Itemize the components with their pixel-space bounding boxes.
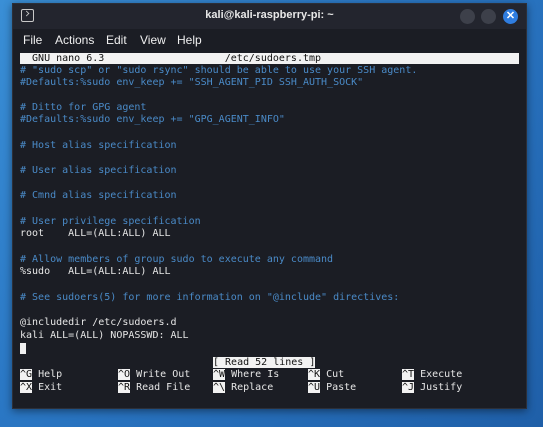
file-line: # "sudo scp" or "sudo rsync" should be a… bbox=[20, 65, 418, 76]
menu-file[interactable]: File bbox=[23, 33, 42, 47]
file-line: #Defaults:%sudo env_keep += "GPG_AGENT_I… bbox=[20, 114, 285, 125]
shortcut-label: Help bbox=[38, 369, 63, 380]
shortcut-key: ^T bbox=[402, 369, 415, 380]
status-message: [ Read 52 lines ] bbox=[213, 357, 316, 368]
file-line: kali ALL=(ALL) NOPASSWD: ALL bbox=[20, 330, 189, 341]
shortcut-label: Write Out bbox=[136, 369, 191, 380]
menu-view[interactable]: View bbox=[140, 33, 166, 47]
menu-help[interactable]: Help bbox=[177, 33, 202, 47]
shortcut-key: ^O bbox=[118, 369, 131, 380]
shortcut-key: ^\ bbox=[213, 382, 226, 393]
nano-header: GNU nano 6.3 /etc/sudoers.tmp bbox=[20, 53, 519, 64]
file-line: # Ditto for GPG agent bbox=[20, 102, 147, 113]
file-line: # Allow members of group sudo to execute… bbox=[20, 254, 334, 265]
shortcut-paste[interactable]: ^U Paste bbox=[308, 382, 356, 394]
minimize-button[interactable] bbox=[460, 9, 475, 24]
shortcut-label: Where Is bbox=[231, 369, 280, 380]
shortcut-key: ^K bbox=[308, 369, 321, 380]
shortcut-key: ^U bbox=[308, 382, 321, 393]
shortcut-key: ^R bbox=[118, 382, 131, 393]
shortcut-label: Cut bbox=[326, 369, 345, 380]
file-line: # See sudoers(5) for more information on… bbox=[20, 292, 400, 303]
shortcut-key: ^J bbox=[402, 382, 415, 393]
shortcut-label: Justify bbox=[420, 382, 463, 393]
terminal-window: kali@kali-raspberry-pi: ~ ✕ File Actions… bbox=[12, 3, 527, 409]
menu-actions[interactable]: Actions bbox=[55, 33, 94, 47]
shortcut-key: ^G bbox=[20, 369, 33, 380]
shortcut-execute[interactable]: ^T Execute bbox=[402, 369, 462, 381]
shortcut-key: ^X bbox=[20, 382, 33, 393]
shortcut-write-out[interactable]: ^O Write Out bbox=[118, 369, 190, 381]
shortcut-read-file[interactable]: ^R Read File bbox=[118, 382, 190, 394]
terminal-area[interactable]: GNU nano 6.3 /etc/sudoers.tmp # "sudo sc… bbox=[16, 51, 523, 405]
menu-bar: File Actions Edit View Help bbox=[13, 29, 526, 51]
shortcut-where-is[interactable]: ^W Where Is bbox=[213, 369, 279, 381]
shortcut-label: Replace bbox=[231, 382, 274, 393]
shortcut-key: ^W bbox=[213, 369, 226, 380]
file-line: # User alias specification bbox=[20, 165, 177, 176]
file-line: @includedir /etc/sudoers.d bbox=[20, 317, 177, 328]
shortcut-label: Exit bbox=[38, 382, 63, 393]
shortcut-cut[interactable]: ^K Cut bbox=[308, 369, 344, 381]
maximize-button[interactable] bbox=[481, 9, 496, 24]
shortcut-replace[interactable]: ^\ Replace bbox=[213, 382, 273, 394]
text-cursor bbox=[20, 343, 26, 354]
file-line: # Host alias specification bbox=[20, 140, 177, 151]
file-line: %sudo ALL=(ALL:ALL) ALL bbox=[20, 266, 171, 277]
file-line: # User privilege specification bbox=[20, 216, 201, 227]
file-line: root ALL=(ALL:ALL) ALL bbox=[20, 228, 171, 239]
shortcut-exit[interactable]: ^X Exit bbox=[20, 382, 62, 394]
shortcut-justify[interactable]: ^J Justify bbox=[402, 382, 462, 394]
file-line: #Defaults:%sudo env_keep += "SSH_AGENT_P… bbox=[20, 77, 364, 88]
shortcut-help[interactable]: ^G Help bbox=[20, 369, 62, 381]
shortcut-label: Read File bbox=[136, 382, 191, 393]
close-button[interactable]: ✕ bbox=[503, 9, 518, 24]
window-title: kali@kali-raspberry-pi: ~ bbox=[205, 9, 334, 21]
shortcut-label: Paste bbox=[326, 382, 357, 393]
file-line: # Cmnd alias specification bbox=[20, 190, 177, 201]
close-icon: ✕ bbox=[505, 10, 516, 22]
shortcut-label: Execute bbox=[420, 369, 463, 380]
menu-edit[interactable]: Edit bbox=[106, 33, 127, 47]
title-bar: kali@kali-raspberry-pi: ~ ✕ bbox=[13, 4, 526, 29]
cursor-line bbox=[20, 343, 26, 355]
